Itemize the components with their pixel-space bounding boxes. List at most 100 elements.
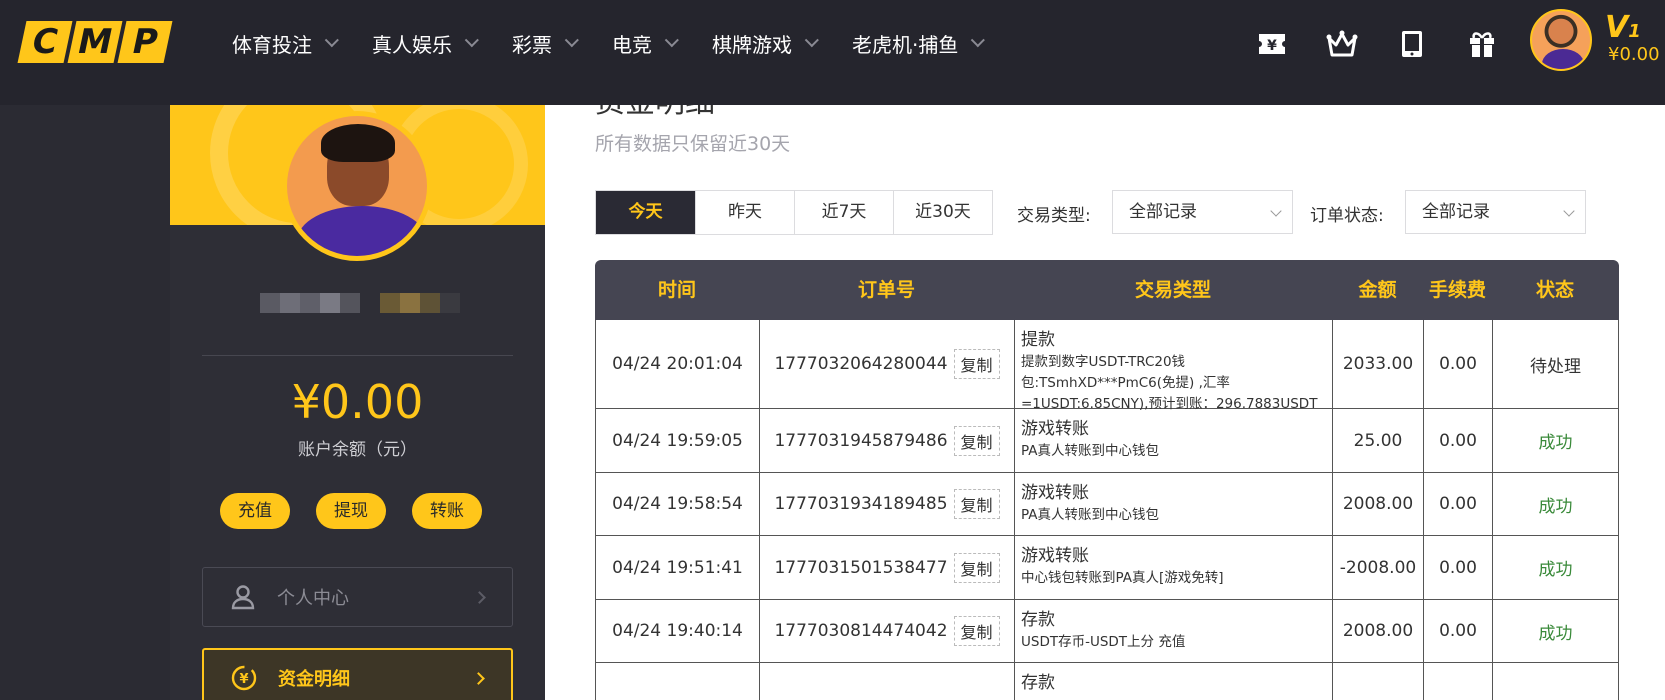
cell-time: 04/24 19:58:54: [596, 473, 760, 535]
cell-status: 成功: [1493, 473, 1619, 535]
user-icon: [229, 583, 257, 611]
chevron-down-icon: [971, 33, 986, 48]
logo-letter-c: C: [17, 21, 73, 63]
sidebar-item-label: 资金明细: [278, 669, 350, 690]
chevron-down-icon: [804, 33, 819, 48]
nav-slots-fishing[interactable]: 老虎机·捕鱼: [852, 29, 986, 58]
copy-button[interactable]: 复制: [953, 349, 1000, 379]
transfer-button[interactable]: 转账: [412, 493, 482, 529]
order-number: 1777032064280044: [774, 354, 948, 374]
select-value: 全部记录: [1129, 202, 1197, 222]
table-header: 时间 订单号 交易类型 金额 手续费 状态: [595, 260, 1619, 320]
cell-amount: 2008.00: [1333, 600, 1424, 662]
tab-today[interactable]: 今天: [596, 191, 695, 234]
nav-sports[interactable]: 体育投注: [232, 29, 339, 58]
yuan-coin-icon: ¥: [230, 664, 258, 692]
copy-button[interactable]: 复制: [953, 489, 1000, 519]
deposit-button[interactable]: 充值: [220, 493, 290, 529]
ticket-icon[interactable]: ¥: [1252, 24, 1292, 64]
vip-prefix: V: [1605, 10, 1629, 45]
chevron-down-icon: [664, 33, 679, 48]
withdraw-button[interactable]: 提现: [316, 493, 386, 529]
chevron-down-icon: [1563, 205, 1575, 217]
nav-label: 老虎机·捕鱼: [852, 32, 959, 57]
transaction-type: 提款: [1021, 330, 1055, 350]
cell-fee: 0.00: [1424, 473, 1493, 535]
cell-type: 存款: [1015, 663, 1333, 700]
cell-time: 04/24 19:51:41: [596, 536, 760, 599]
transaction-type: 存款: [1021, 610, 1055, 630]
date-range-tabs: 今天 昨天 近7天 近30天: [595, 190, 993, 235]
logo-letter-m: M: [67, 21, 123, 63]
sidebar-item-fund-details[interactable]: ¥ 资金明细: [202, 648, 513, 700]
tab-last-30-days[interactable]: 近30天: [893, 191, 992, 234]
account-balance-label: 账户余额（元）: [298, 440, 417, 460]
cell-type: 游戏转账 PA真人转账到中心钱包: [1015, 473, 1333, 535]
logo-letter-p: P: [117, 21, 173, 63]
crown-icon[interactable]: [1322, 24, 1362, 64]
chevron-down-icon: [324, 33, 339, 48]
cmp-logo[interactable]: C M P: [17, 21, 173, 63]
table-row: 04/24 19:59:05 1777031945879486 复制 游戏转账 PA真人…: [595, 409, 1619, 473]
transaction-description: PA真人转账到中心钱包: [1021, 507, 1160, 523]
nav-live-casino[interactable]: 真人娱乐: [372, 29, 479, 58]
nav-card-games[interactable]: 棋牌游戏: [712, 29, 819, 58]
user-avatar[interactable]: [1530, 9, 1592, 71]
cell-time: 04/24 20:01:04: [596, 320, 760, 408]
order-status-select[interactable]: 全部记录: [1405, 190, 1586, 234]
tablet-icon[interactable]: [1392, 24, 1432, 64]
transaction-type-select[interactable]: 全部记录: [1112, 190, 1293, 234]
transaction-type: 游戏转账: [1021, 419, 1089, 439]
profile-avatar: [282, 111, 432, 261]
order-status-label: 订单状态:: [1310, 206, 1384, 226]
quick-actions: 充值 提现 转账: [220, 493, 482, 529]
sidebar-item-personal-center[interactable]: 个人中心: [202, 567, 513, 627]
transaction-description: USDT存币-USDT上分 充值: [1021, 634, 1186, 650]
copy-button[interactable]: 复制: [953, 425, 1000, 456]
transaction-description: 提款到数字USDT-TRC20钱包:TSmhXD***PmC6(免提) ,汇率=…: [1021, 354, 1318, 412]
copy-button[interactable]: 复制: [953, 616, 1000, 646]
sidebar-item-label: 个人中心: [277, 588, 349, 609]
tab-yesterday[interactable]: 昨天: [695, 191, 794, 234]
top-navbar: C M P 体育投注 真人娱乐 彩票 电竞 棋牌游戏 老虎机·捕鱼 ¥ V1 ¥…: [0, 0, 1665, 105]
table-row: 04/24 19:40:14 1777030814474042 复制 存款 USDT存币…: [595, 600, 1619, 663]
cell-time: 04/24 19:59:05: [596, 409, 760, 472]
column-header-status: 状态: [1535, 279, 1574, 301]
column-header-time: 时间: [657, 279, 696, 301]
fund-details-panel: 资金明细 所有数据只保留近30天 今天 昨天 近7天 近30天 交易类型: 全部…: [545, 105, 1665, 700]
gift-icon[interactable]: [1462, 24, 1502, 64]
nav-esports[interactable]: 电竞: [612, 29, 679, 58]
username-redacted: [260, 293, 460, 313]
chevron-right-icon: [472, 671, 485, 685]
cell-amount: 2033.00: [1333, 320, 1424, 408]
cell-type: 存款 USDT存币-USDT上分 充值: [1015, 600, 1333, 662]
chevron-down-icon: [564, 33, 579, 48]
cell-order-no: 1777031934189485 复制: [760, 473, 1015, 535]
nav-label: 真人娱乐: [372, 32, 452, 57]
cell-amount: 2008.00: [1333, 473, 1424, 535]
transactions-table: 时间 订单号 交易类型 金额 手续费 状态 04/24 20:01:04 1777…: [595, 260, 1619, 700]
column-header-amount: 金额: [1358, 279, 1397, 301]
table-row: 04/24 19:51:41 1777031501538477 复制 游戏转账 中心钱包…: [595, 536, 1619, 600]
tab-last-7-days[interactable]: 近7天: [794, 191, 893, 234]
nav-lottery[interactable]: 彩票: [512, 29, 579, 58]
cell-order-no: 1777030814474042 复制: [760, 600, 1015, 662]
column-header-fee: 手续费: [1428, 279, 1486, 301]
header-balance: ¥0.00: [1608, 44, 1660, 65]
svg-text:¥: ¥: [239, 672, 248, 687]
order-number: 1777031501538477: [774, 557, 948, 578]
cell-amount: [1333, 663, 1424, 700]
cell-status: 待处理: [1493, 320, 1619, 408]
transaction-type: 存款: [1021, 673, 1055, 693]
nav-label: 彩票: [512, 32, 552, 57]
cell-type: 提款提款到数字USDT-TRC20钱包:TSmhXD***PmC6(免提) ,汇…: [1015, 320, 1333, 412]
table-row: 04/24 20:01:04 1777032064280044 复制 提款 提款到数字U…: [595, 320, 1619, 412]
cell-fee: 0.00: [1424, 536, 1493, 599]
vip-badge: V1: [1605, 10, 1641, 45]
cell-fee: 0.00: [1424, 409, 1493, 472]
copy-button[interactable]: 复制: [953, 552, 1000, 583]
nav-label: 棋牌游戏: [712, 32, 792, 57]
cell-time: 04/24 19:40:14: [596, 600, 760, 662]
header-icon-group: ¥: [1252, 24, 1502, 64]
main-nav: 体育投注 真人娱乐 彩票 电竞 棋牌游戏 老虎机·捕鱼: [232, 0, 1018, 86]
